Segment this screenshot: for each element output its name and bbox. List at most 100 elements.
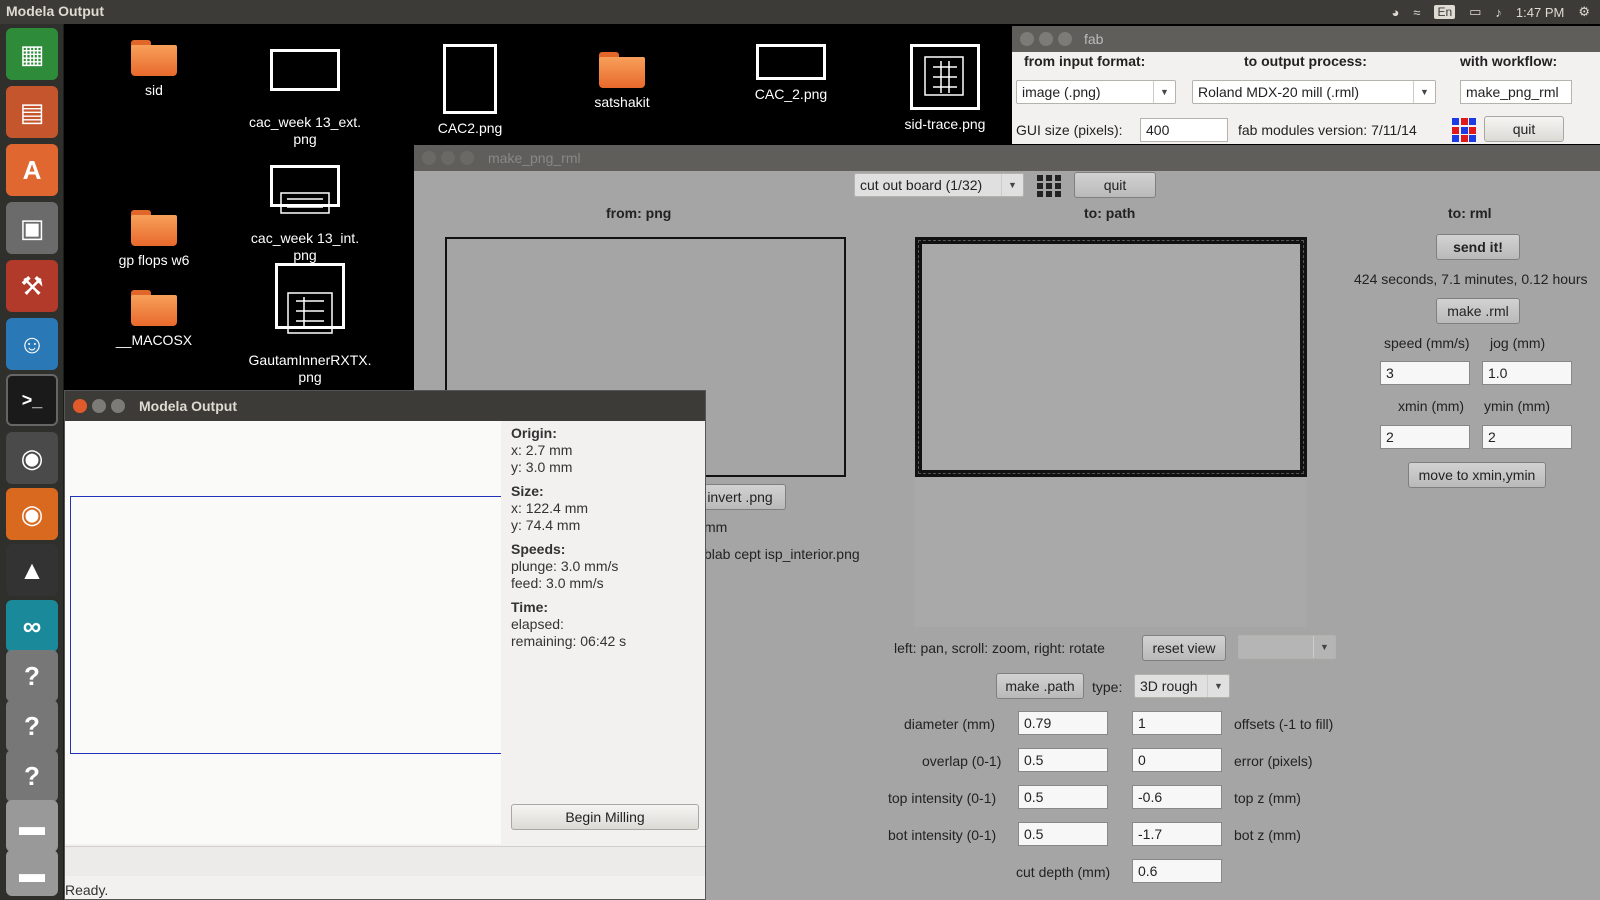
- desktop-item-cac-ext[interactable]: cac_week 13_ext. png: [240, 32, 370, 165]
- minimize-icon[interactable]: [441, 151, 455, 165]
- bot-intensity-field[interactable]: 0.5: [1018, 822, 1108, 846]
- invert-png-button[interactable]: invert .png: [694, 484, 786, 510]
- overlap-field[interactable]: 0.5: [1018, 748, 1108, 772]
- unknown-icon[interactable]: ?: [6, 700, 58, 752]
- bot-z-label: bot z (mm): [1234, 827, 1301, 843]
- offsets-field[interactable]: 1: [1132, 711, 1222, 735]
- arduino-icon[interactable]: ∞: [6, 600, 58, 652]
- size-heading: Size:: [511, 483, 544, 499]
- image-thumbnail-icon: [270, 49, 340, 91]
- system-settings-icon[interactable]: ⚒: [6, 260, 58, 312]
- fab-titlebar[interactable]: fab: [1012, 26, 1600, 52]
- presentation-icon[interactable]: ▤: [6, 86, 58, 138]
- battery-icon[interactable]: ▭: [1469, 4, 1481, 20]
- unknown-icon[interactable]: ?: [6, 650, 58, 702]
- spreadsheet-icon[interactable]: ▦: [6, 28, 58, 80]
- top-intensity-field[interactable]: 0.5: [1018, 785, 1108, 809]
- volume-icon[interactable]: ♪: [1495, 5, 1502, 20]
- minimize-icon[interactable]: [92, 399, 106, 413]
- settings-icon[interactable]: ⚙: [1578, 4, 1590, 20]
- bot-z-field[interactable]: -1.7: [1132, 822, 1222, 846]
- desktop-item-macosx[interactable]: __MACOSX: [104, 290, 204, 349]
- move-to-xmin-ymin-button[interactable]: move to xmin,ymin: [1408, 462, 1546, 488]
- ymin-field[interactable]: 2: [1482, 425, 1572, 449]
- diameter-field[interactable]: 0.79: [1018, 711, 1108, 735]
- jog-label: jog (mm): [1490, 335, 1546, 351]
- close-icon[interactable]: [73, 399, 87, 413]
- desktop-item-label: satshakit: [594, 94, 650, 110]
- wifi-icon[interactable]: ≈: [1413, 5, 1420, 20]
- desktop-item-sid-trace[interactable]: sid-trace.png: [885, 44, 1005, 133]
- network-icon[interactable]: ◕: [1391, 5, 1399, 20]
- mpr-titlebar[interactable]: make_png_rml: [414, 145, 1600, 171]
- jog-field[interactable]: 1.0: [1482, 361, 1572, 385]
- gimp-icon[interactable]: ◉: [6, 432, 58, 484]
- to-rml-heading: to: rml: [1448, 205, 1492, 221]
- workflow-field[interactable]: make_png_rml: [1460, 80, 1572, 104]
- window-title: fab: [1084, 31, 1104, 47]
- view-select[interactable]: ▼: [1238, 635, 1336, 659]
- files-icon[interactable]: ▣: [6, 202, 58, 254]
- output-process-select[interactable]: Roland MDX-20 mill (.rml) ▼: [1192, 80, 1436, 104]
- send-it-button[interactable]: send it!: [1436, 234, 1520, 260]
- software-center-icon[interactable]: A: [6, 144, 58, 196]
- desktop-item-cac-2[interactable]: CAC_2.png: [736, 44, 846, 103]
- begin-milling-button[interactable]: Begin Milling: [511, 804, 699, 830]
- minimize-icon[interactable]: [1039, 32, 1053, 46]
- desktop-item-sid[interactable]: sid: [104, 40, 204, 99]
- launcher: ▦ ▤ A ▣ ⚒ ☺ >_ ◉ ◉ ▲ ∞ ? ? ? ▬ ▬: [0, 24, 64, 900]
- view-hint: left: pan, scroll: zoom, right: rotate: [894, 640, 1105, 656]
- make-path-button[interactable]: make .path: [996, 673, 1084, 699]
- grid-menu-icon[interactable]: [1036, 174, 1062, 198]
- cut-depth-field[interactable]: 0.6: [1132, 859, 1222, 883]
- path-preview[interactable]: [915, 237, 1307, 627]
- speed-label: speed (mm/s): [1384, 335, 1470, 351]
- maximize-icon[interactable]: [460, 151, 474, 165]
- process-select[interactable]: cut out board (1/32) ▼: [854, 173, 1024, 197]
- type-label: type:: [1092, 679, 1123, 695]
- reset-view-button[interactable]: reset view: [1142, 635, 1226, 661]
- select-value: 3D rough: [1140, 678, 1198, 694]
- clock[interactable]: 1:47 PM: [1516, 5, 1564, 20]
- make-rml-button[interactable]: make .rml: [1436, 298, 1520, 324]
- bot-intensity-label: bot intensity (0-1): [888, 827, 997, 843]
- unknown-icon[interactable]: ?: [6, 750, 58, 802]
- speeds-heading: Speeds:: [511, 541, 566, 557]
- desktop-item-satshakit[interactable]: satshakit: [572, 52, 672, 111]
- keyboard-layout-indicator[interactable]: En: [1434, 5, 1456, 19]
- progress-bar: [65, 846, 705, 876]
- gui-size-field[interactable]: 400: [1140, 118, 1228, 142]
- xmin-field[interactable]: 2: [1380, 425, 1470, 449]
- path-type-select[interactable]: 3D rough ▼: [1134, 674, 1230, 698]
- modela-titlebar[interactable]: Modela Output: [65, 391, 705, 421]
- inkscape-icon[interactable]: ▲: [6, 544, 58, 596]
- desktop-item-cac2[interactable]: CAC2.png: [420, 44, 520, 137]
- speed-field[interactable]: 3: [1380, 361, 1470, 385]
- terminal-icon[interactable]: >_: [6, 374, 58, 426]
- mpr-quit-button[interactable]: quit: [1074, 172, 1156, 198]
- desktop-item-gautam[interactable]: GautamInnerRXTX. png: [240, 246, 380, 403]
- feed-speed: feed: 3.0 mm/s: [511, 575, 604, 591]
- drive-icon[interactable]: ▬: [6, 800, 58, 852]
- maximize-icon[interactable]: [1058, 32, 1072, 46]
- empathy-icon[interactable]: ☺: [6, 318, 58, 370]
- toolpath-canvas[interactable]: [65, 421, 501, 844]
- size-y: y: 74.4 mm: [511, 517, 581, 533]
- version-label: fab modules version: 7/11/14: [1238, 122, 1417, 138]
- overlap-label: overlap (0-1): [922, 753, 1002, 769]
- close-icon[interactable]: [1020, 32, 1034, 46]
- desktop-item-gp-flops[interactable]: gp flops w6: [104, 210, 204, 269]
- usb-icon[interactable]: ▬: [6, 850, 58, 896]
- offsets-label: offsets (-1 to fill): [1234, 716, 1334, 732]
- input-format-select[interactable]: image (.png) ▼: [1016, 80, 1176, 104]
- close-icon[interactable]: [422, 151, 436, 165]
- fab-quit-button[interactable]: quit: [1484, 116, 1564, 142]
- window-title: Modela Output: [139, 398, 237, 414]
- maximize-icon[interactable]: [111, 399, 125, 413]
- chevron-down-icon: ▼: [1207, 675, 1229, 697]
- error-field[interactable]: 0: [1132, 748, 1222, 772]
- path-outline: [915, 237, 1307, 477]
- firefox-icon[interactable]: ◉: [6, 488, 58, 540]
- select-value: image (.png): [1022, 84, 1101, 100]
- top-z-field[interactable]: -0.6: [1132, 785, 1222, 809]
